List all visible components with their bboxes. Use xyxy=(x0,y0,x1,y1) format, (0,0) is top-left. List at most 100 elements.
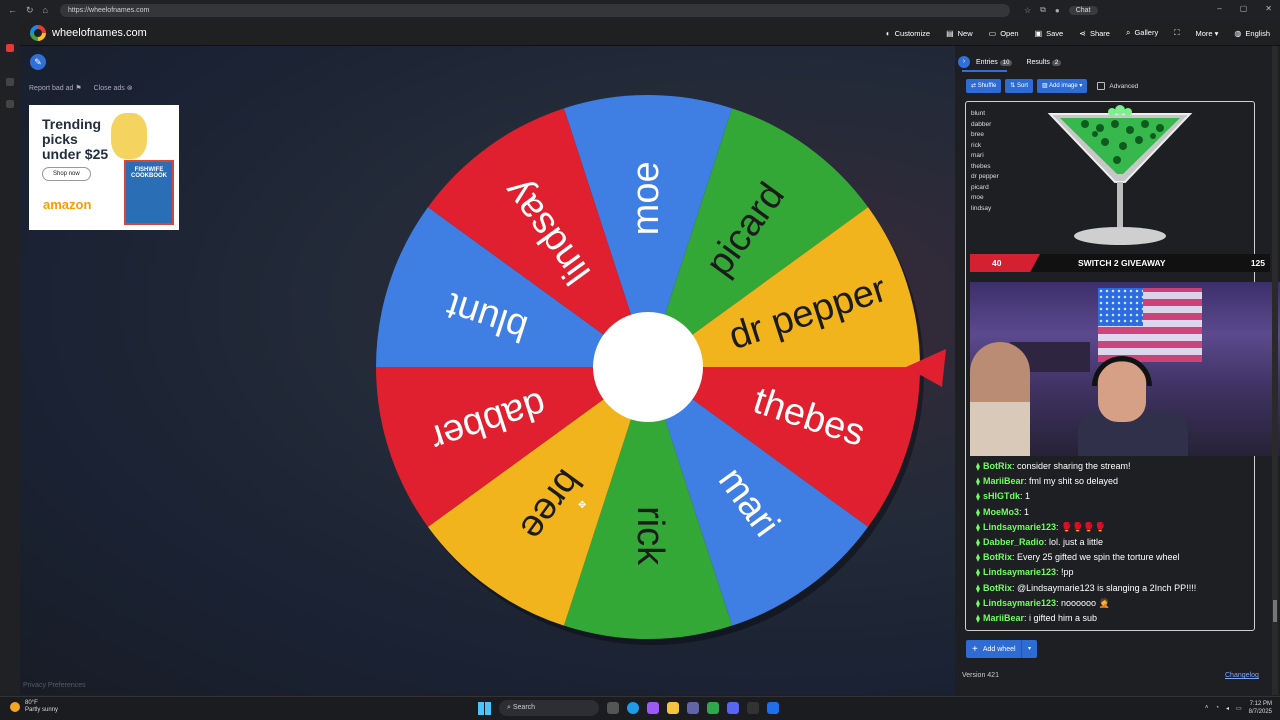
wheel-logo-icon[interactable] xyxy=(30,24,46,41)
rail-app-icon[interactable] xyxy=(6,44,14,52)
kick-badge-icon: ⧫ xyxy=(976,477,980,487)
shuffle-button[interactable]: ⇄ Shuffle xyxy=(966,79,1002,93)
rail-app-icon[interactable] xyxy=(6,78,14,86)
giveaway-banner: 40 SWITCH 2 GIVEAWAY 125 xyxy=(970,254,1270,272)
edge-icon[interactable] xyxy=(627,702,639,714)
chat-username: sHIGTdk xyxy=(982,491,1020,502)
copilot-icon[interactable] xyxy=(647,702,659,714)
kick-badge-icon: ⧫ xyxy=(976,462,980,471)
wheel-center-hub[interactable] xyxy=(593,312,703,422)
battery-icon[interactable]: ▭ xyxy=(1236,705,1242,712)
address-bar[interactable]: https://wheelofnames.com xyxy=(60,3,1010,17)
add-image-button[interactable]: ▨ Add image ▾ xyxy=(1037,79,1088,93)
folder-icon: ▭ xyxy=(988,28,997,38)
plus-icon: + xyxy=(972,643,978,655)
ad-headline: Trending picks under $25 xyxy=(42,117,108,162)
chat-button[interactable]: Chat xyxy=(1068,5,1098,15)
chat-text: : noooooo 🤦 xyxy=(1056,597,1110,608)
chat-text: : !pp xyxy=(1056,567,1074,578)
chat-text: : lol. just a little xyxy=(1043,537,1103,548)
new-button[interactable]: ▤ New xyxy=(946,29,973,38)
taskbar-apps: ⌕ Search xyxy=(478,700,779,716)
report-ad-link[interactable]: Report bad ad ⚑ xyxy=(29,84,82,92)
more-button[interactable]: More ▾ xyxy=(1195,29,1218,38)
kick-badge-icon: ⧫ xyxy=(976,522,980,532)
fullscreen-icon[interactable]: ⛶ xyxy=(1174,28,1179,38)
language-button[interactable]: ◍ English xyxy=(1234,29,1270,38)
spinning-wheel[interactable]: moe picarddr pepperthebesmaririckbreedabb… xyxy=(370,95,950,650)
tab-results[interactable]: Results 2 xyxy=(1026,58,1062,66)
rail-add-icon[interactable] xyxy=(6,100,14,108)
changelog-link[interactable]: Changelog xyxy=(1225,672,1259,679)
edit-pencil-button[interactable]: ✎ xyxy=(30,54,46,70)
amazon-ad[interactable]: Trending picks under $25 Shop now amazon… xyxy=(29,105,179,230)
taskbar-search[interactable]: ⌕ Search xyxy=(499,700,599,716)
chat-username: Lindsaymarie123 xyxy=(982,521,1056,532)
entry-line: bree xyxy=(971,131,985,138)
mouse-cursor-icon: ✥ xyxy=(578,500,587,511)
close-ads-link[interactable]: Close ads ⊗ xyxy=(94,84,133,92)
extensions-icon[interactable]: ⧉ xyxy=(1040,5,1046,15)
maximize-icon[interactable]: ▢ xyxy=(1240,4,1248,13)
chat-message: ⧫ BotRix: consider sharing the stream! xyxy=(976,459,1196,474)
home-icon[interactable]: ⌂ xyxy=(43,5,48,16)
chat-username: BotRix xyxy=(982,582,1012,593)
tab-results-label: Results xyxy=(1026,58,1050,66)
store-icon[interactable] xyxy=(707,702,719,714)
image-icon: ▨ xyxy=(1042,83,1048,89)
scrollbar-thumb[interactable] xyxy=(1273,600,1277,622)
windows-taskbar: 80°F Partly sunny ⌕ Search ˄ ◔ ◂ ▭ 7:12 P… xyxy=(0,696,1280,720)
shop-now-button[interactable]: Shop now xyxy=(42,167,91,181)
add-wheel-button[interactable]: + Add wheel ▾ xyxy=(966,640,1037,658)
chevron-up-icon[interactable]: ˄ xyxy=(1205,705,1209,711)
clock[interactable]: 7:12 PM 8/7/2025 xyxy=(1249,700,1272,716)
reload-icon[interactable]: ↻ xyxy=(26,5,34,16)
page-scrollbar[interactable] xyxy=(1272,46,1278,695)
sort-button[interactable]: ⇅ Sort xyxy=(1005,79,1033,93)
task-view-icon[interactable] xyxy=(607,702,619,714)
network-icon[interactable]: ◔ xyxy=(1215,705,1219,711)
tab-entries[interactable]: Entries 10 xyxy=(976,58,1013,66)
ad-headline-line: under $25 xyxy=(42,146,109,162)
collapse-panel-icon[interactable]: › xyxy=(958,56,970,68)
chat-message: ⧫ MariiBear: fml my shit so delayed xyxy=(976,474,1196,489)
share-button[interactable]: ⋖ Share xyxy=(1079,29,1110,38)
chevron-down-icon: ▾ xyxy=(1214,28,1219,38)
minimize-icon[interactable]: – xyxy=(1217,4,1221,13)
entries-toolbar: ⇄ Shuffle ⇅ Sort ▨ Add image ▾ Advanced xyxy=(966,79,1138,93)
app-icon[interactable] xyxy=(767,702,779,714)
url-text: https://wheelofnames.com xyxy=(68,6,150,14)
back-icon[interactable]: ← xyxy=(8,5,17,16)
save-button[interactable]: ▣ Save xyxy=(1035,29,1064,38)
close-icon[interactable]: ✕ xyxy=(1265,4,1272,13)
save-label: Save xyxy=(1046,28,1064,38)
advanced-toggle[interactable]: Advanced xyxy=(1097,82,1138,90)
chevron-down-icon[interactable]: ▾ xyxy=(1021,640,1037,658)
ad-book-image: FISHWIFE COOKBOOK xyxy=(124,160,174,225)
discord-icon[interactable] xyxy=(727,702,739,714)
weather-widget[interactable]: 80°F Partly sunny xyxy=(10,700,58,714)
gallery-button[interactable]: ⌕ Gallery xyxy=(1126,28,1158,38)
led-flag-stars xyxy=(1098,288,1143,326)
profile-icon[interactable]: ● xyxy=(1055,6,1060,15)
windows-start-icon[interactable] xyxy=(478,701,491,715)
privacy-preferences-link[interactable]: Privacy Preferences xyxy=(23,682,86,689)
temperature: 80°F xyxy=(25,700,38,706)
capcut-icon[interactable] xyxy=(747,702,759,714)
teams-icon[interactable] xyxy=(687,702,699,714)
customize-button[interactable]: ◐ Customize xyxy=(886,29,930,38)
chat-text: : consider sharing the stream! xyxy=(1011,461,1131,471)
kick-badge-icon: ⧫ xyxy=(976,507,980,517)
bookmark-icon[interactable]: ☆ xyxy=(1024,6,1031,15)
amazon-logo: amazon xyxy=(43,197,92,212)
open-button[interactable]: ▭ Open xyxy=(989,29,1019,38)
advanced-checkbox[interactable] xyxy=(1097,82,1106,90)
site-name[interactable]: wheelofnames.com xyxy=(52,27,147,39)
report-ad-label: Report bad ad xyxy=(29,85,74,92)
sun-icon xyxy=(10,702,20,712)
browser-actions: ☆ ⧉ ● Chat xyxy=(1024,5,1098,15)
file-explorer-icon[interactable] xyxy=(667,702,679,714)
tab-entries-label: Entries xyxy=(976,58,998,66)
speaker-icon[interactable]: ◂ xyxy=(1226,705,1229,712)
wheel-segment-label: rick xyxy=(629,506,671,566)
